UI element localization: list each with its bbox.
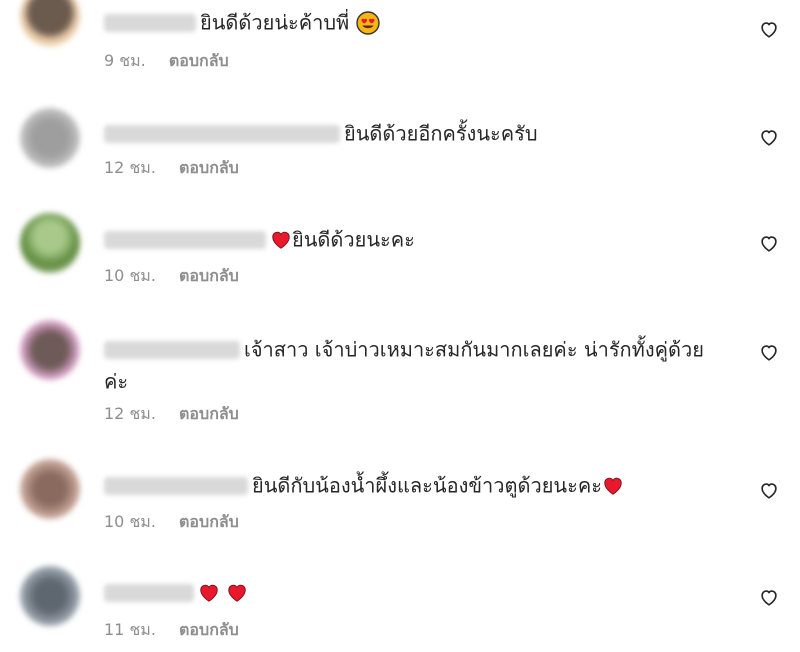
comment-meta: 10 ชม. ตอบกลับ <box>104 266 239 286</box>
like-button[interactable] <box>758 18 780 40</box>
comment-body: ยินดีกับน้องน้ำผึ้งและน้องข้าวตูด้วยนะคะ <box>104 469 744 501</box>
username[interactable] <box>104 13 196 32</box>
comment-body: ยินดีด้วยนะคะ <box>104 223 744 255</box>
like-button[interactable] <box>758 232 780 254</box>
avatar[interactable] <box>20 108 80 168</box>
comment-time: 11 ชม. <box>104 620 156 639</box>
comment-text-continued: ค่ะ <box>104 369 129 393</box>
reply-button[interactable]: ตอบกลับ <box>169 51 229 70</box>
avatar[interactable] <box>20 0 80 46</box>
comment-text: เจ้าสาว เจ้าบ่าวเหมาะสมกันมากเลยค่ะ น่าร… <box>244 337 704 362</box>
avatar[interactable] <box>20 213 80 273</box>
like-button[interactable] <box>758 341 780 363</box>
reply-button[interactable]: ตอบกลับ <box>179 620 239 639</box>
heart-outline-icon <box>761 590 777 606</box>
comment-body: เจ้าสาว เจ้าบ่าวเหมาะสมกันมากเลยค่ะ น่าร… <box>104 333 744 396</box>
comment-meta: 12 ชม. ตอบกลับ <box>104 158 239 178</box>
comment-meta: 12 ชม. ตอบกลับ <box>104 404 239 424</box>
comment-meta: 11 ชม. ตอบกลับ <box>104 620 239 640</box>
comment-time: 12 ชม. <box>104 404 156 423</box>
heart-outline-icon <box>761 236 777 252</box>
comment-text: ยินดีกับน้องน้ำผึ้งและน้องข้าวตูด้วยนะคะ <box>252 473 602 498</box>
like-button[interactable] <box>758 586 780 608</box>
reply-button[interactable]: ตอบกลับ <box>179 266 239 285</box>
avatar[interactable] <box>20 459 80 519</box>
red-heart-emoji-icon <box>226 582 248 604</box>
comment-meta: 10 ชม. ตอบกลับ <box>104 512 239 532</box>
username[interactable] <box>104 230 266 249</box>
username[interactable] <box>104 124 340 143</box>
username[interactable] <box>104 583 194 602</box>
comment-time: 10 ชม. <box>104 266 156 285</box>
heart-outline-icon <box>761 483 777 499</box>
comment-body: ยินดีด้วยอีกครั้งนะครับ <box>104 117 744 149</box>
comment-text: ยินดีด้วยน่ะค้าบพี่ <box>200 10 350 35</box>
comment-body <box>104 576 744 606</box>
avatar[interactable] <box>20 320 80 380</box>
reply-button[interactable]: ตอบกลับ <box>179 158 239 177</box>
avatar[interactable] <box>20 566 80 626</box>
heart-outline-icon <box>761 130 777 146</box>
reply-button[interactable]: ตอบกลับ <box>179 512 239 531</box>
red-heart-emoji-icon <box>270 229 292 251</box>
red-heart-emoji-icon <box>198 582 220 604</box>
comment-meta: 9 ชม. ตอบกลับ <box>104 51 229 71</box>
heart-eyes-emoji-icon <box>355 10 380 35</box>
like-button[interactable] <box>758 479 780 501</box>
reply-button[interactable]: ตอบกลับ <box>179 404 239 423</box>
comment-text: ยินดีด้วยอีกครั้งนะครับ <box>344 121 538 146</box>
username[interactable] <box>104 476 248 495</box>
username[interactable] <box>104 340 240 359</box>
like-button[interactable] <box>758 126 780 148</box>
heart-outline-icon <box>761 22 777 38</box>
comment-body: ยินดีด้วยน่ะค้าบพี่ <box>104 6 744 38</box>
comment-time: 10 ชม. <box>104 512 156 531</box>
comment-time: 9 ชม. <box>104 51 146 70</box>
heart-outline-icon <box>761 345 777 361</box>
comment-text: ยินดีด้วยนะคะ <box>292 227 415 252</box>
red-heart-emoji-icon <box>602 475 624 497</box>
comment-time: 12 ชม. <box>104 158 156 177</box>
